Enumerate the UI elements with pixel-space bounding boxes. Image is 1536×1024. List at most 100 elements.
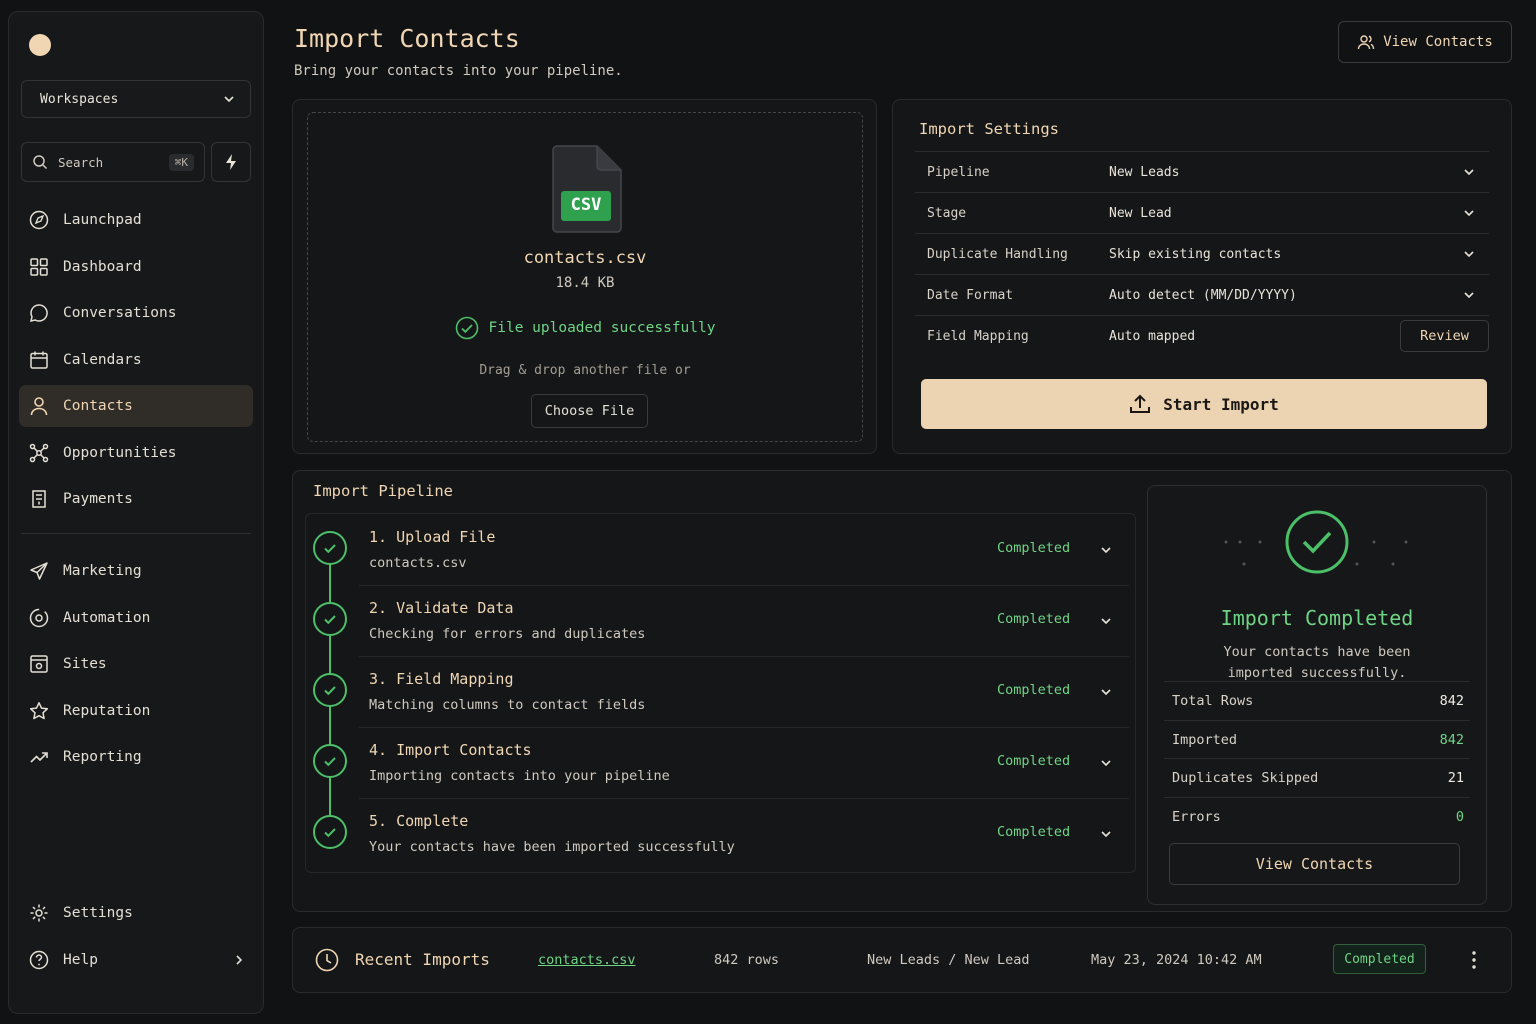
workspace-select[interactable]: Workspaces: [21, 80, 251, 118]
sidebar-item-settings[interactable]: Settings: [19, 892, 253, 934]
recent-date: May 23, 2024 10:42 AM: [1091, 952, 1262, 968]
users-icon: [1357, 34, 1375, 50]
more-options-button[interactable]: [1467, 950, 1481, 970]
upload-status: File uploaded successfully: [308, 316, 862, 340]
pipeline-step[interactable]: 3. Field Mapping Matching columns to con…: [307, 656, 1129, 727]
csv-badge: CSV: [570, 195, 602, 215]
setting-row-duplicate-handling[interactable]: Duplicate Handling Skip existing contact…: [915, 233, 1489, 274]
stat-label: Duplicates Skipped: [1172, 770, 1319, 786]
pipeline-step[interactable]: 5. Complete Your contacts have been impo…: [307, 798, 1129, 869]
sidebar-item-payments[interactable]: Payments: [19, 478, 253, 520]
recent-imports-bar: Recent Imports contacts.csv 842 rows New…: [292, 927, 1512, 993]
chevron-down-icon[interactable]: [1099, 756, 1113, 770]
settings-title: Import Settings: [919, 120, 1059, 138]
sidebar-item-label: Conversations: [63, 305, 177, 321]
quick-action-button[interactable]: [211, 142, 251, 182]
drag-drop-text: Drag & drop another file or: [479, 363, 691, 378]
stat-label: Errors: [1172, 808, 1221, 825]
sidebar-item-label: Reputation: [63, 702, 151, 719]
recent-file-link[interactable]: contacts.csv: [538, 952, 636, 968]
sidebar-item-opportunities[interactable]: Opportunities: [19, 432, 253, 474]
sidebar-item-reputation[interactable]: Reputation: [19, 690, 253, 732]
choose-file-button[interactable]: Choose File: [531, 394, 648, 428]
setting-value: Skip existing contacts: [1109, 246, 1282, 262]
success-check-icon: [1218, 508, 1418, 574]
sidebar-item-dashboard[interactable]: Dashboard: [19, 246, 253, 288]
sidebar-item-label: Calendars: [63, 351, 142, 368]
view-contacts-label: View Contacts: [1383, 34, 1493, 50]
rocket-icon: [29, 210, 49, 230]
page-subtitle: Bring your contacts into your pipeline.: [294, 63, 623, 79]
pipeline-step[interactable]: 1. Upload File contacts.csv Completed: [307, 514, 1129, 585]
import-settings-panel: Import Settings Pipeline New Leads Stage …: [892, 99, 1512, 454]
step-description: Your contacts have been imported success…: [369, 839, 735, 855]
chevron-right-icon: [233, 954, 245, 966]
stat-value: 842: [1439, 693, 1464, 709]
sidebar-item-marketing[interactable]: Marketing: [19, 550, 253, 592]
setting-row-pipeline[interactable]: Pipeline New Leads: [915, 151, 1489, 192]
check-circle-icon: [313, 602, 347, 636]
check-circle-icon: [313, 673, 347, 707]
search-shortcut: ⌘K: [168, 153, 194, 171]
step-title: 5. Complete: [369, 812, 469, 830]
search-input[interactable]: Search ⌘K: [21, 142, 205, 182]
start-import-button[interactable]: Start Import: [921, 379, 1487, 429]
upload-icon: [1129, 393, 1151, 415]
sidebar-item-calendars[interactable]: Calendars: [19, 339, 253, 381]
step-title: 3. Field Mapping: [369, 670, 514, 688]
sidebar-item-label: Dashboard: [63, 258, 142, 275]
setting-label: Field Mapping: [927, 328, 1029, 344]
setting-row-date-format[interactable]: Date Format Auto detect (MM/DD/YYYY): [915, 274, 1489, 315]
check-circle-icon: [313, 744, 347, 778]
step-description: Importing contacts into your pipeline: [369, 768, 670, 784]
chevron-down-icon: [1449, 247, 1489, 261]
chevron-down-icon[interactable]: [1099, 685, 1113, 699]
search-label: Search: [58, 154, 104, 170]
sidebar-item-launchpad[interactable]: Launchpad: [19, 199, 253, 241]
setting-value: New Lead: [1109, 205, 1172, 221]
view-contacts-button[interactable]: View Contacts: [1169, 843, 1460, 885]
import-completed-title: Import Completed: [1220, 606, 1414, 630]
setting-row-stage[interactable]: Stage New Lead: [915, 192, 1489, 233]
sidebar-item-conversations[interactable]: Conversations: [19, 292, 253, 334]
import-pipeline-panel: Import Pipeline 1. Upload File contacts.…: [292, 470, 1512, 912]
stat-row-total-rows: Total Rows 842: [1164, 681, 1470, 720]
step-description: Matching columns to contact fields: [369, 697, 646, 713]
step-title: 2. Validate Data: [369, 599, 514, 617]
recent-rows: 842 rows: [714, 952, 780, 968]
step-title: 4. Import Contacts: [369, 741, 532, 759]
review-mapping-button[interactable]: Review: [1400, 320, 1489, 352]
pipeline-step[interactable]: 4. Import Contacts Importing contacts in…: [307, 727, 1129, 798]
check-circle-icon: [455, 316, 479, 340]
pipeline-step[interactable]: 2. Validate Data Checking for errors and…: [307, 585, 1129, 656]
stat-row-errors: Errors 0: [1164, 796, 1470, 836]
chevron-down-icon: [1449, 288, 1489, 302]
sidebar-item-contacts[interactable]: Contacts: [19, 385, 253, 427]
page-title: Import Contacts: [294, 24, 520, 53]
sidebar-item-automation[interactable]: Automation: [19, 597, 253, 639]
user-icon: [29, 396, 49, 416]
network-icon: [29, 443, 49, 463]
stat-label: Imported: [1172, 731, 1238, 748]
sidebar-item-label: Help: [63, 951, 98, 968]
primary-nav: Launchpad Dashboard Conversations Calend…: [19, 199, 253, 525]
setting-value: New Leads: [1109, 164, 1180, 180]
chevron-down-icon[interactable]: [1099, 614, 1113, 628]
view-contacts-header-button[interactable]: View Contacts: [1338, 21, 1512, 63]
logo[interactable]: [29, 34, 51, 56]
file-dropzone[interactable]: CSV contacts.csv 18.4 KB File uploaded s…: [307, 112, 863, 442]
automation-icon: [29, 608, 49, 628]
sidebar-item-reporting[interactable]: Reporting: [19, 736, 253, 778]
sidebar-item-sites[interactable]: Sites: [19, 643, 253, 685]
trend-icon: [29, 747, 49, 767]
setting-value: Auto mapped: [1109, 328, 1196, 344]
chevron-down-icon[interactable]: [1099, 543, 1113, 557]
chevron-down-icon: [1449, 206, 1489, 220]
chevron-down-icon[interactable]: [1099, 827, 1113, 841]
sidebar-item-help[interactable]: Help: [19, 939, 253, 981]
sidebar-item-label: Payments: [63, 491, 133, 507]
setting-label: Stage: [927, 205, 967, 221]
stat-value: 842: [1439, 731, 1464, 748]
stat-value: 0: [1455, 808, 1464, 825]
start-import-label: Start Import: [1163, 394, 1279, 414]
